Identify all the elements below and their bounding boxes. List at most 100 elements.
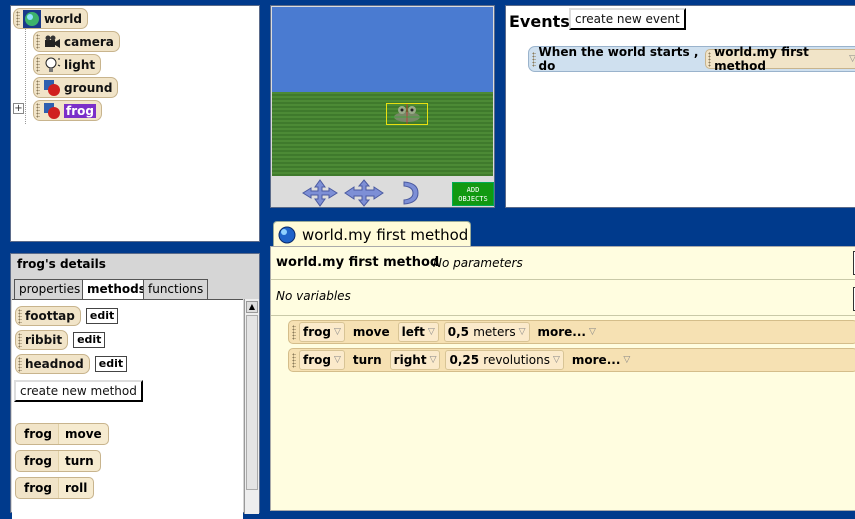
object-dropdown[interactable]: frog ▽ xyxy=(299,322,345,342)
drag-handle[interactable] xyxy=(292,352,296,368)
primitive-tile[interactable]: frog roll xyxy=(15,477,95,499)
tree-item-light[interactable]: light xyxy=(33,54,102,75)
edit-button[interactable]: edit xyxy=(85,308,119,324)
method-tile[interactable]: headnod xyxy=(15,354,90,374)
method-tile[interactable]: foottap xyxy=(15,306,81,326)
primitive-action: turn xyxy=(58,451,100,471)
frog-model[interactable] xyxy=(386,103,428,125)
event-method-dropdown[interactable]: world.my first method ▽ xyxy=(704,45,855,73)
add-objects-label: ADD xyxy=(466,186,480,194)
method-header: world.my first method xyxy=(276,255,440,270)
more-label: more... xyxy=(571,353,621,367)
expand-icon[interactable]: + xyxy=(13,103,24,114)
tab-methods[interactable]: methods xyxy=(82,279,151,300)
sky xyxy=(272,7,493,92)
tree-item-label: light xyxy=(64,57,96,72)
method-params: No parameters xyxy=(433,256,523,270)
object-icon xyxy=(44,102,60,119)
drag-handle[interactable] xyxy=(292,324,296,340)
chevron-down-icon: ▽ xyxy=(588,327,596,337)
statement-amount: 0,5 xyxy=(447,325,470,339)
tree-item-frog[interactable]: frog xyxy=(33,100,102,121)
frog-icon xyxy=(391,104,423,124)
method-editor: world.my first method No parameters No v… xyxy=(270,246,855,511)
create-new-method-button[interactable]: create new method xyxy=(14,380,143,402)
divider xyxy=(271,315,855,316)
more-dropdown[interactable]: more... ▽ xyxy=(535,322,599,342)
tree-line xyxy=(25,28,26,124)
move-camera-icon[interactable] xyxy=(302,179,338,207)
method-vars: No variables xyxy=(276,289,351,303)
tree-item-ground[interactable]: ground xyxy=(33,77,119,98)
direction-dropdown[interactable]: right ▽ xyxy=(389,350,441,370)
details-title: frog's details xyxy=(17,257,106,271)
more-dropdown[interactable]: more... ▽ xyxy=(569,350,633,370)
chevron-down-icon: ▽ xyxy=(518,327,526,337)
tree-item-camera[interactable]: camera xyxy=(33,31,120,52)
amount-dropdown[interactable]: 0,5 meters ▽ xyxy=(443,322,530,342)
primitive-tile[interactable]: frog turn xyxy=(15,450,101,472)
tree-item-label: camera xyxy=(64,34,114,49)
object-dropdown[interactable]: frog ▽ xyxy=(299,350,345,370)
event-row[interactable]: When the world starts , do world.my firs… xyxy=(528,45,855,73)
more-label: more... xyxy=(537,325,586,339)
chevron-down-icon: ▽ xyxy=(552,355,560,365)
method-tab-title: world.my first method xyxy=(302,225,469,244)
chevron-down-icon: ▽ xyxy=(427,327,435,337)
world-view: ADD OBJECTS xyxy=(270,5,495,208)
primitive-object: frog xyxy=(16,478,59,498)
statement-verb: move xyxy=(352,325,390,339)
statement-row[interactable]: frog ▽ move left ▽ 0,5 meters ▽ more... ▽ xyxy=(288,320,855,344)
chevron-down-icon: ▽ xyxy=(849,54,855,64)
rotate-camera-icon[interactable] xyxy=(400,179,422,207)
tab-properties[interactable]: properties xyxy=(14,279,86,299)
scroll-up-icon[interactable]: ▲ xyxy=(246,301,258,313)
primitive-object: frog xyxy=(16,451,59,471)
method-row: ribbit edit xyxy=(15,330,106,350)
ground-surface xyxy=(272,92,493,176)
statement-object: frog xyxy=(303,353,331,367)
statement-direction: left xyxy=(401,325,425,339)
primitive-tile[interactable]: frog move xyxy=(15,423,109,445)
tree-item-label: ground xyxy=(64,80,113,95)
tree-item-world[interactable]: world xyxy=(13,8,88,29)
edit-button[interactable]: edit xyxy=(94,356,128,372)
add-objects-button[interactable]: ADD OBJECTS xyxy=(452,182,494,206)
tab-method-editor[interactable]: world.my first method xyxy=(273,221,471,247)
statement-row[interactable]: frog ▽ turn right ▽ 0,25 revolutions ▽ more… xyxy=(288,348,855,372)
create-new-event-button[interactable]: create new event xyxy=(569,8,686,30)
pan-camera-icon[interactable] xyxy=(344,179,384,207)
object-tree: world camera light ground + frog xyxy=(10,5,260,242)
amount-dropdown[interactable]: 0,25 revolutions ▽ xyxy=(445,350,564,370)
statement-verb: turn xyxy=(352,353,382,367)
scroll-thumb[interactable] xyxy=(246,315,258,490)
add-objects-label: OBJECTS xyxy=(458,195,488,203)
method-name: foottap xyxy=(25,309,75,323)
primitive-action: roll xyxy=(58,478,94,498)
camera-icon xyxy=(45,35,60,48)
methods-list: foottap edit ribbit edit headnod edit cr… xyxy=(12,299,243,519)
method-name: headnod xyxy=(25,357,84,371)
object-icon xyxy=(44,79,60,96)
events-title: Events xyxy=(509,12,570,31)
chevron-down-icon: ▽ xyxy=(429,355,437,365)
primitive-action: move xyxy=(58,424,108,444)
scrollbar[interactable]: ▲ xyxy=(244,299,259,514)
statement-direction: right xyxy=(393,353,427,367)
statement-unit: meters xyxy=(473,325,516,339)
tree-item-label: frog xyxy=(64,103,96,118)
details-panel: frog's details properties methods functi… xyxy=(10,253,260,519)
event-method-label: world.my first method xyxy=(714,45,809,73)
divider xyxy=(271,279,855,280)
method-tile[interactable]: ribbit xyxy=(15,330,69,350)
direction-dropdown[interactable]: left ▽ xyxy=(397,322,439,342)
statement-object: frog xyxy=(303,325,331,339)
edit-button[interactable]: edit xyxy=(73,332,106,348)
tab-functions[interactable]: functions xyxy=(143,279,209,299)
method-row: foottap edit xyxy=(15,306,119,326)
statement-amount: 0,25 xyxy=(449,353,480,367)
drag-handle[interactable] xyxy=(532,51,536,67)
method-name: ribbit xyxy=(25,333,63,347)
chevron-down-icon: ▽ xyxy=(333,355,341,365)
statement-unit: revolutions xyxy=(483,353,550,367)
